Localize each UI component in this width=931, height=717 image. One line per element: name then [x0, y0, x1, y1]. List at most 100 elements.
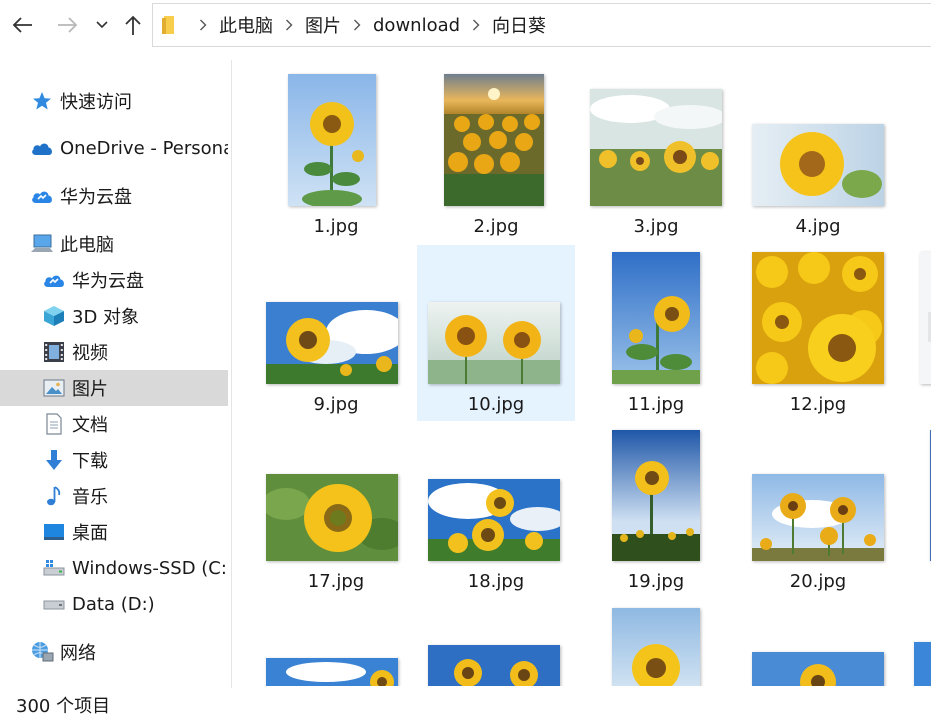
- file-item[interactable]: 12.jpg: [739, 245, 897, 421]
- thumbnail-image-partial: [920, 252, 931, 384]
- nav-item-huawei-cloud[interactable]: 华为云盘: [0, 178, 228, 214]
- thumbnail-image: [590, 89, 722, 206]
- file-name: 10.jpg: [467, 394, 525, 415]
- nav-label: 快速访问: [60, 92, 132, 113]
- arrow-right-icon: [58, 17, 78, 33]
- file-item[interactable]: 20.jpg: [739, 423, 897, 599]
- file-name: 18.jpg: [467, 571, 525, 592]
- nav-item-desktop[interactable]: 桌面: [0, 514, 228, 550]
- nav-label: 桌面: [72, 523, 108, 544]
- chevron-right-icon[interactable]: [285, 19, 293, 31]
- thumbnail-image: [752, 252, 884, 384]
- nav-label: 华为云盘: [60, 187, 132, 208]
- nav-item-pictures[interactable]: 图片: [0, 370, 228, 406]
- nav-item-videos[interactable]: 视频: [0, 334, 228, 370]
- recent-locations-button[interactable]: [92, 9, 112, 41]
- thumbnail-image: [428, 479, 560, 561]
- nav-item-this-pc[interactable]: 此电脑: [0, 226, 228, 262]
- thumbnail-image: [288, 74, 376, 206]
- thumbnail-image[interactable]: [266, 658, 398, 686]
- file-name: 3.jpg: [633, 216, 679, 237]
- download-arrow-icon: [42, 448, 66, 472]
- breadcrumb-download[interactable]: download: [373, 15, 460, 36]
- nav-label: 视频: [72, 343, 108, 364]
- file-item[interactable]: 11.jpg: [577, 245, 735, 421]
- file-name: 12.jpg: [789, 394, 847, 415]
- nav-label: 文档: [72, 415, 108, 436]
- thumbnail-image: [752, 474, 884, 561]
- huawei-cloud-icon: [42, 268, 66, 292]
- nav-item-documents[interactable]: 文档: [0, 406, 228, 442]
- file-item[interactable]: 19.jpg: [577, 423, 735, 599]
- thumbnail-image[interactable]: [428, 645, 560, 686]
- nav-item-drive-c[interactable]: Windows-SSD (C:): [0, 550, 228, 586]
- file-name: 1.jpg: [313, 216, 359, 237]
- thumbnail-image: [428, 302, 560, 384]
- file-item[interactable]: 2.jpg: [417, 68, 575, 244]
- navigation-bar: 此电脑 图片 download 向日葵: [0, 0, 931, 50]
- nav-label: 此电脑: [60, 235, 114, 256]
- star-icon: [30, 89, 54, 113]
- thumbnail-image-partial: [914, 642, 931, 686]
- arrow-left-icon: [12, 17, 32, 33]
- thumbnail-image: [266, 474, 398, 561]
- thumbnail-image[interactable]: [752, 652, 884, 686]
- file-list: 1.jpg 2.jpg 3.jpg 4.jpg 9.jpg 10.jpg 11.…: [232, 50, 931, 686]
- chevron-right-icon[interactable]: [472, 19, 480, 31]
- status-bar: 300 个项目: [0, 688, 931, 717]
- back-button[interactable]: [6, 9, 40, 41]
- computer-icon: [30, 232, 54, 256]
- nav-item-3d-objects[interactable]: 3D 对象: [0, 298, 228, 334]
- drive-icon: [42, 592, 66, 616]
- thumbnail-image[interactable]: [612, 608, 700, 686]
- file-name: 2.jpg: [473, 216, 519, 237]
- file-name: 4.jpg: [795, 216, 841, 237]
- document-icon: [42, 412, 66, 436]
- cube-icon: [42, 304, 66, 328]
- file-name: 19.jpg: [627, 571, 685, 592]
- nav-item-onedrive[interactable]: OneDrive - Personal: [0, 130, 228, 166]
- nav-label: Data (D:): [72, 593, 155, 615]
- nav-item-downloads[interactable]: 下载: [0, 442, 228, 478]
- file-item[interactable]: 4.jpg: [739, 68, 897, 244]
- nav-item-music[interactable]: 音乐: [0, 478, 228, 514]
- chevron-right-icon[interactable]: [199, 19, 207, 31]
- thumbnail-image: [444, 74, 544, 206]
- up-button[interactable]: [118, 9, 148, 41]
- file-item-selected[interactable]: 10.jpg: [417, 245, 575, 421]
- film-icon: [42, 340, 66, 364]
- forward-button[interactable]: [50, 9, 84, 41]
- breadcrumb-pictures[interactable]: 图片: [305, 12, 341, 38]
- nav-label: OneDrive - Personal: [60, 137, 228, 159]
- file-item[interactable]: 18.jpg: [417, 423, 575, 599]
- nav-item-network[interactable]: 网络: [0, 634, 228, 670]
- network-icon: [30, 640, 54, 664]
- nav-label: 下载: [72, 451, 108, 472]
- desktop-icon: [42, 520, 66, 544]
- nav-item-quick-access[interactable]: 快速访问: [0, 83, 228, 119]
- file-item[interactable]: 17.jpg: [257, 423, 415, 599]
- file-item[interactable]: 1.jpg: [257, 68, 415, 244]
- music-note-icon: [42, 484, 66, 508]
- nav-item-drive-d[interactable]: Data (D:): [0, 586, 228, 622]
- huawei-cloud-icon: [30, 184, 54, 208]
- nav-item-pc-huawei-cloud[interactable]: 华为云盘: [0, 262, 228, 298]
- chevron-right-icon[interactable]: [353, 19, 361, 31]
- breadcrumb-sunflower[interactable]: 向日葵: [492, 12, 546, 38]
- thumbnail-image: [612, 252, 700, 384]
- thumbnail-image: [266, 302, 398, 384]
- file-item[interactable]: 3.jpg: [577, 68, 735, 244]
- nav-label: Windows-SSD (C:): [72, 557, 228, 579]
- cloud-icon: [30, 136, 54, 160]
- windows-drive-icon: [42, 556, 66, 580]
- address-bar[interactable]: 此电脑 图片 download 向日葵: [152, 3, 931, 47]
- nav-label: 3D 对象: [72, 307, 140, 328]
- thumbnail-image: [612, 430, 700, 561]
- nav-label: 华为云盘: [72, 271, 144, 292]
- breadcrumb-this-pc[interactable]: 此电脑: [219, 12, 273, 38]
- nav-label: 音乐: [72, 487, 108, 508]
- navigation-pane: 快速访问 OneDrive - Personal 华为云盘 此电脑 华为云盘 3…: [0, 60, 230, 688]
- file-item[interactable]: 9.jpg: [257, 245, 415, 421]
- nav-label: 网络: [60, 643, 96, 664]
- folder-icon: [161, 15, 177, 35]
